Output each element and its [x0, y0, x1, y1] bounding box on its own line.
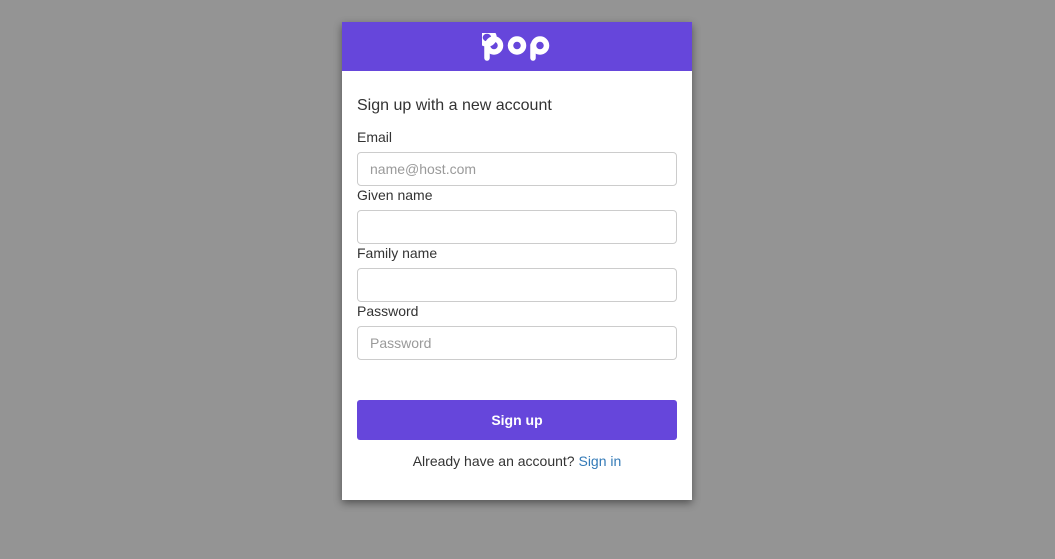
given-name-label: Given name	[357, 187, 433, 203]
given-name-input[interactable]	[357, 210, 677, 244]
family-name-label: Family name	[357, 245, 438, 261]
signin-prompt: Already have an account? Sign in	[357, 453, 677, 469]
family-name-input[interactable]	[357, 268, 677, 302]
signup-card: Sign up with a new account Email Given n…	[342, 22, 692, 500]
email-input[interactable]	[357, 152, 677, 186]
signin-link[interactable]: Sign in	[578, 453, 621, 469]
brand-banner	[342, 22, 692, 71]
pop-logo	[482, 32, 550, 61]
form-heading: Sign up with a new account	[357, 97, 552, 114]
password-label: Password	[357, 303, 419, 319]
signup-form: Sign up with a new account Email Given n…	[342, 97, 692, 469]
signup-button[interactable]: Sign up	[357, 400, 677, 440]
password-input[interactable]	[357, 326, 677, 360]
signin-prompt-text: Already have an account?	[412, 453, 575, 469]
email-label: Email	[357, 129, 393, 145]
